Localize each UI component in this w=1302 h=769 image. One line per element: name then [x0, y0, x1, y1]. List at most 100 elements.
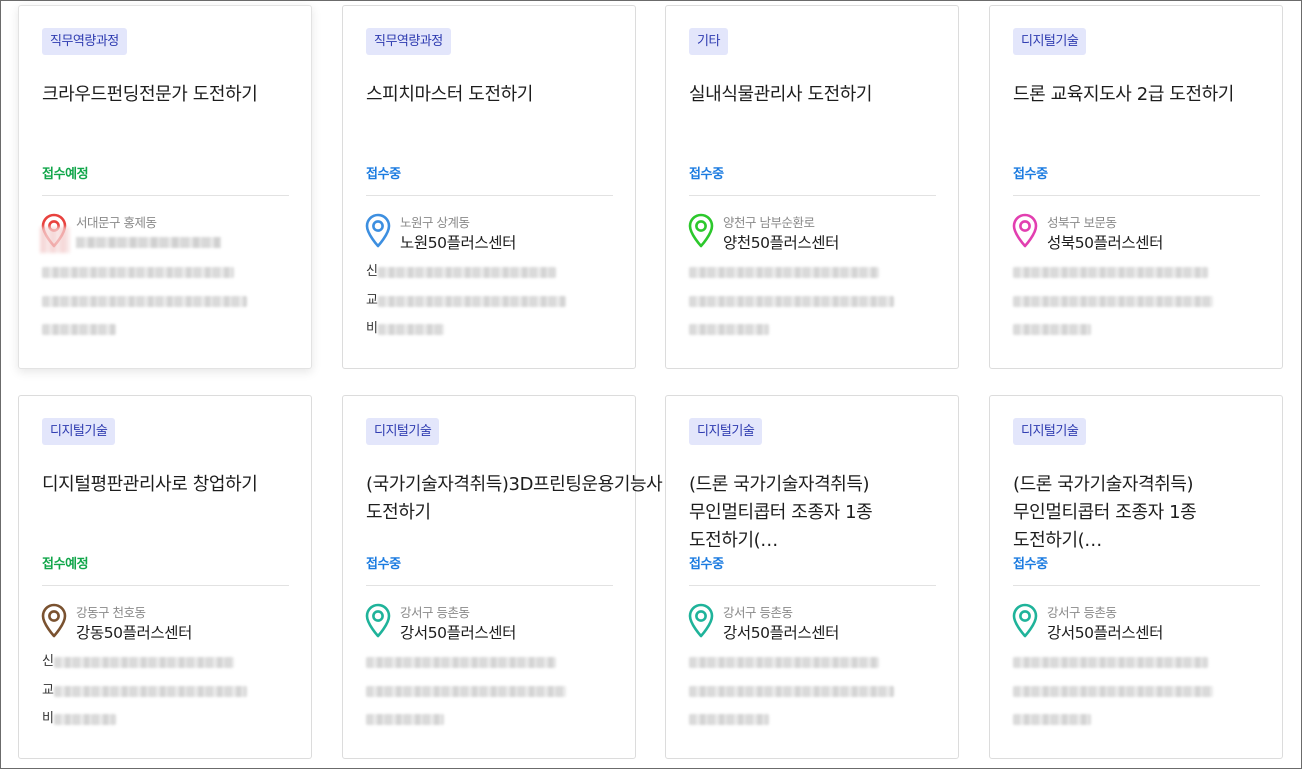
status-label: 접수예정 — [42, 557, 89, 572]
divider — [689, 195, 936, 196]
course-card[interactable]: 디지털기술 (드론 국가기술자격취득) 무인멀티콥터 조종자 1종 도전하기(…… — [989, 395, 1283, 759]
divider — [366, 585, 613, 586]
divider — [42, 585, 289, 586]
redacted-value — [1013, 686, 1213, 697]
course-title[interactable]: 드론 교육지도사 2급 도전하기 — [1013, 81, 1263, 109]
map-pin-icon — [688, 213, 714, 248]
redacted-value — [378, 324, 444, 335]
info-label: 교 — [42, 683, 54, 698]
district-label: 노원구 상계동 — [400, 215, 470, 230]
map-pin-icon — [365, 213, 391, 248]
course-card[interactable]: 직무역량과정 스피치마스터 도전하기 접수중 노원구 상계동 노원50플러스센터… — [342, 5, 636, 369]
status-label: 접수중 — [1013, 167, 1048, 182]
info-row — [366, 654, 596, 670]
course-card[interactable]: 디지털기술 (국가기술자격취득)3D프린팅운용기능사 도전하기 접수중 강서구 … — [342, 395, 663, 759]
redacted-value — [689, 714, 769, 725]
course-card[interactable]: 디지털기술 (드론 국가기술자격취득) 무인멀티콥터 조종자 1종 도전하기(…… — [665, 395, 959, 759]
info-row — [689, 683, 919, 699]
center-name[interactable]: 강서50플러스센터 — [400, 621, 516, 643]
redacted-block — [40, 227, 70, 253]
center-name[interactable]: 강서50플러스센터 — [723, 621, 839, 643]
info-label: 비 — [42, 711, 54, 726]
redacted-value — [378, 296, 566, 307]
info-row: 비 — [366, 321, 596, 337]
redacted-value — [689, 657, 879, 668]
info-row — [1013, 683, 1243, 699]
redacted-value — [366, 686, 566, 697]
center-name[interactable]: 양천50플러스센터 — [723, 231, 839, 253]
course-card[interactable]: 기타 실내식물관리사 도전하기 접수중 양천구 남부순환로 양천50플러스센터 — [665, 5, 959, 369]
course-title[interactable]: (드론 국가기술자격취득) 무인멀티콥터 조종자 1종 도전하기(… — [689, 471, 939, 555]
center-name[interactable]: 강동50플러스센터 — [76, 621, 192, 643]
info-row: 신 — [42, 654, 272, 670]
course-title[interactable]: (드론 국가기술자격취득) 무인멀티콥터 조종자 1종 도전하기(… — [1013, 471, 1263, 555]
redacted-value — [1013, 714, 1091, 725]
course-title[interactable]: 디지털평판관리사로 창업하기 — [42, 471, 292, 499]
course-title[interactable]: 크라우드펀딩전문가 도전하기 — [42, 81, 292, 109]
info-row — [689, 711, 919, 727]
info-row — [689, 654, 919, 670]
redacted-value — [42, 267, 234, 278]
status-label: 접수중 — [366, 167, 401, 182]
category-badge: 기타 — [689, 28, 728, 55]
redacted-value — [42, 296, 247, 307]
info-row — [366, 683, 596, 699]
redacted-value — [689, 296, 894, 307]
info-row — [1013, 654, 1243, 670]
redacted-value — [1013, 657, 1208, 668]
course-card-grid: 직무역량과정 크라우드펀딩전문가 도전하기 접수예정 서대문구 홍제동 직무역량… — [18, 5, 1284, 765]
redacted-value — [1013, 267, 1208, 278]
category-badge: 디지털기술 — [366, 418, 440, 445]
info-row: 비 — [42, 711, 272, 727]
info-row — [689, 321, 919, 337]
redacted-value — [366, 714, 444, 725]
divider — [42, 195, 289, 196]
district-label: 서대문구 홍제동 — [76, 215, 157, 230]
redacted-value — [378, 267, 556, 278]
info-label: 교 — [366, 293, 378, 308]
info-row — [1013, 711, 1243, 727]
district-label: 강동구 천호동 — [76, 605, 146, 620]
info-row — [1013, 321, 1243, 337]
course-card[interactable]: 디지털기술 디지털평판관리사로 창업하기 접수예정 강동구 천호동 강동50플러… — [18, 395, 312, 759]
status-label: 접수예정 — [42, 167, 89, 182]
course-title[interactable]: 스피치마스터 도전하기 — [366, 81, 616, 109]
category-badge: 디지털기술 — [1013, 418, 1087, 445]
map-pin-icon — [41, 603, 67, 638]
course-title[interactable]: (국가기술자격취득)3D프린팅운용기능사 도전하기 — [366, 471, 663, 527]
course-card[interactable]: 직무역량과정 크라우드펀딩전문가 도전하기 접수예정 서대문구 홍제동 — [18, 5, 312, 369]
district-label: 강서구 등촌동 — [1047, 605, 1117, 620]
center-name[interactable]: 성북50플러스센터 — [1047, 231, 1163, 253]
redacted-value — [689, 686, 894, 697]
map-pin-icon — [688, 603, 714, 638]
info-row — [42, 321, 272, 337]
info-row: 교 — [42, 683, 272, 699]
redacted-value — [42, 324, 116, 335]
info-row — [42, 293, 272, 309]
district-label: 강서구 등촌동 — [723, 605, 793, 620]
course-title[interactable]: 실내식물관리사 도전하기 — [689, 81, 939, 109]
redacted-value — [54, 686, 247, 697]
divider — [1013, 585, 1260, 586]
center-name[interactable]: 노원50플러스센터 — [400, 231, 516, 253]
info-row: 신 — [366, 264, 596, 280]
course-card[interactable]: 디지털기술 드론 교육지도사 2급 도전하기 접수중 성북구 보문동 성북50플… — [989, 5, 1283, 369]
category-badge: 디지털기술 — [42, 418, 116, 445]
divider — [366, 195, 613, 196]
redacted-address — [76, 237, 221, 248]
info-row — [42, 264, 272, 280]
redacted-value — [689, 324, 769, 335]
map-pin-icon — [1012, 213, 1038, 248]
info-row — [366, 711, 596, 727]
district-label: 성북구 보문동 — [1047, 215, 1117, 230]
divider — [1013, 195, 1260, 196]
map-pin-icon — [365, 603, 391, 638]
status-label: 접수중 — [366, 557, 401, 572]
info-row — [1013, 293, 1243, 309]
center-name[interactable]: 강서50플러스센터 — [1047, 621, 1163, 643]
district-label: 강서구 등촌동 — [400, 605, 470, 620]
status-label: 접수중 — [689, 167, 724, 182]
category-badge: 디지털기술 — [689, 418, 763, 445]
info-label: 신 — [42, 654, 54, 669]
info-row — [689, 264, 919, 280]
